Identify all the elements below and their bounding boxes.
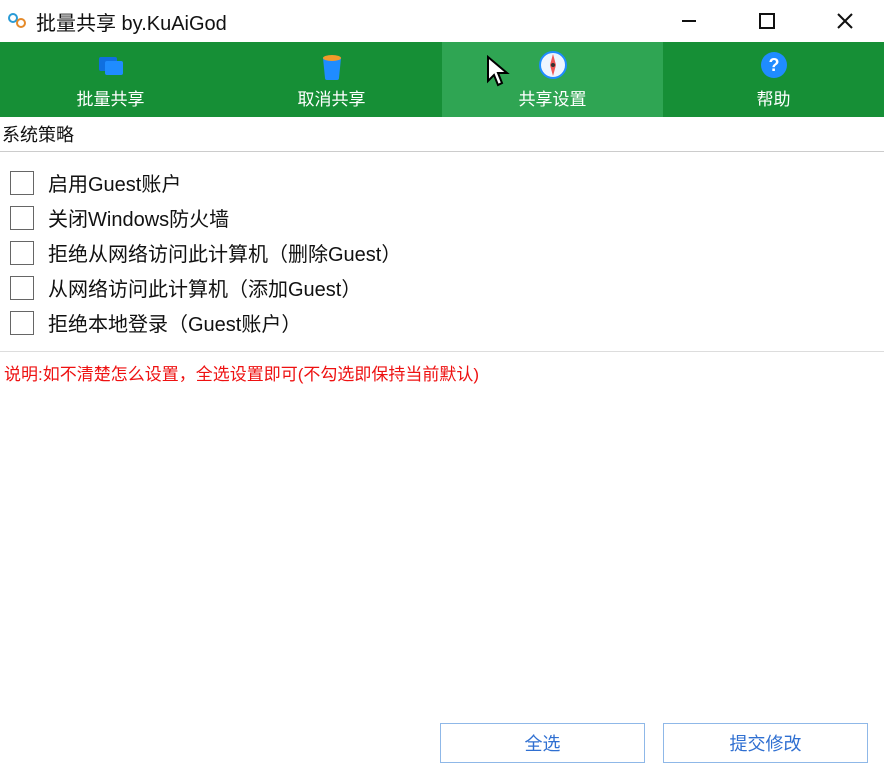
footer: 全选 提交修改 — [440, 723, 868, 763]
tab-share-settings[interactable]: 共享设置 — [442, 42, 663, 117]
files-icon — [96, 49, 126, 81]
minimize-button[interactable] — [650, 0, 728, 42]
option-row: 拒绝从网络访问此计算机（删除Guest） — [10, 238, 874, 267]
submit-button[interactable]: 提交修改 — [663, 723, 868, 763]
tab-help[interactable]: ? 帮助 — [663, 42, 884, 117]
trash-icon — [319, 49, 345, 81]
options-list: 启用Guest账户 关闭Windows防火墙 拒绝从网络访问此计算机（删除Gue… — [0, 152, 884, 352]
note-text: 说明:如不清楚怎么设置，全选设置即可(不勾选即保持当前默认) — [0, 352, 884, 393]
checkbox-allow-network-access[interactable] — [10, 276, 34, 300]
option-label: 拒绝本地登录（Guest账户） — [48, 308, 301, 337]
close-button[interactable] — [806, 0, 884, 42]
checkbox-enable-guest[interactable] — [10, 171, 34, 195]
app-icon — [6, 10, 28, 32]
checkbox-disable-firewall[interactable] — [10, 206, 34, 230]
tab-label: 帮助 — [757, 85, 791, 110]
tab-label: 取消共享 — [298, 85, 366, 110]
option-row: 启用Guest账户 — [10, 168, 874, 197]
tab-batch-share[interactable]: 批量共享 — [0, 42, 221, 117]
toolbar: 批量共享 取消共享 共享设置 ? 帮助 — [0, 42, 884, 117]
maximize-button[interactable] — [728, 0, 806, 42]
option-row: 拒绝本地登录（Guest账户） — [10, 308, 874, 337]
checkbox-deny-local-login[interactable] — [10, 311, 34, 335]
option-row: 关闭Windows防火墙 — [10, 203, 874, 232]
tab-cancel-share[interactable]: 取消共享 — [221, 42, 442, 117]
tab-label: 共享设置 — [519, 85, 587, 110]
svg-text:?: ? — [768, 55, 779, 75]
option-label: 关闭Windows防火墙 — [48, 203, 229, 232]
option-label: 拒绝从网络访问此计算机（删除Guest） — [48, 238, 401, 267]
select-all-button[interactable]: 全选 — [440, 723, 645, 763]
tab-label: 批量共享 — [77, 85, 145, 110]
titlebar: 批量共享 by.KuAiGod — [0, 0, 884, 42]
option-label: 从网络访问此计算机（添加Guest） — [48, 273, 361, 302]
checkbox-deny-network-access[interactable] — [10, 241, 34, 265]
option-label: 启用Guest账户 — [48, 168, 181, 197]
option-row: 从网络访问此计算机（添加Guest） — [10, 273, 874, 302]
window-title: 批量共享 by.KuAiGod — [36, 7, 227, 36]
help-icon: ? — [759, 49, 789, 81]
section-header: 系统策略 — [0, 117, 884, 152]
window-controls — [650, 0, 884, 42]
compass-icon — [538, 49, 568, 81]
